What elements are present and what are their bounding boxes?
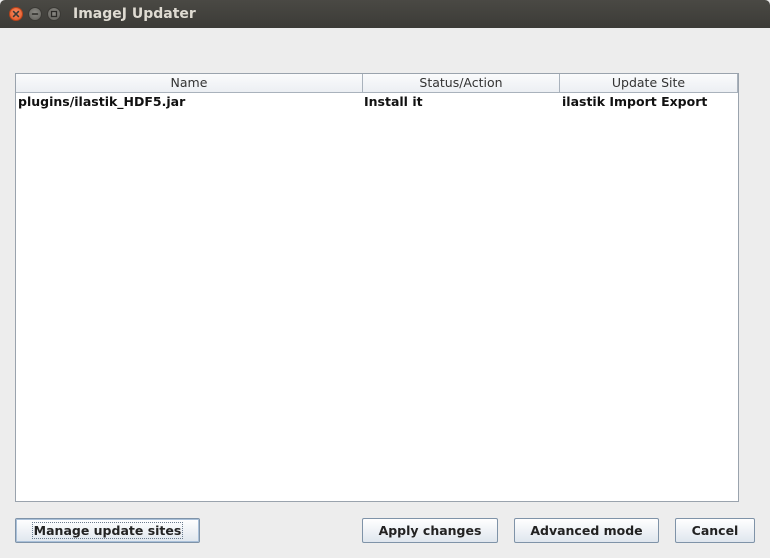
updater-window: ImageJ Updater Name Status/Action Update… [0, 0, 770, 558]
cell-status-action[interactable]: Install it [364, 93, 558, 111]
close-icon[interactable] [9, 7, 23, 21]
files-table[interactable]: Name Status/Action Update Site plugins/i… [15, 73, 739, 502]
cancel-button[interactable]: Cancel [675, 518, 755, 543]
manage-update-sites-button[interactable]: Manage update sites [15, 518, 200, 543]
table-row[interactable]: plugins/ilastik_HDF5.jar Install it ilas… [16, 93, 738, 111]
apply-changes-button[interactable]: Apply changes [362, 518, 498, 543]
column-header-update-site[interactable]: Update Site [560, 74, 738, 93]
column-header-name[interactable]: Name [16, 74, 363, 93]
minimize-icon[interactable] [28, 7, 42, 21]
maximize-icon[interactable] [47, 7, 61, 21]
cell-update-site[interactable]: ilastik Import Export [562, 93, 736, 111]
advanced-mode-button[interactable]: Advanced mode [514, 518, 659, 543]
column-header-status[interactable]: Status/Action [363, 74, 560, 93]
cell-name[interactable]: plugins/ilastik_HDF5.jar [18, 93, 361, 111]
manage-update-sites-label: Manage update sites [31, 522, 184, 539]
window-title: ImageJ Updater [73, 6, 196, 22]
title-bar[interactable]: ImageJ Updater [0, 0, 770, 28]
table-header: Name Status/Action Update Site [16, 74, 738, 93]
